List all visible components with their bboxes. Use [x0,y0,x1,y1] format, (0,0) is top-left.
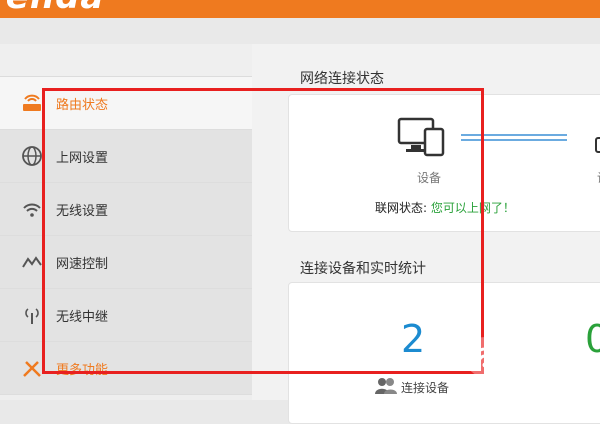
sidebar-item-label: 网速控制 [56,257,109,272]
wireless-relay-icon [25,308,39,324]
sidebar-item-router-status[interactable]: 路由状态 [0,77,252,130]
device-icon [397,117,445,157]
sidebar-item-internet-settings[interactable]: 上网设置 [0,130,252,183]
watermark-logo-icon [465,337,505,377]
wifi-icon [23,203,41,217]
sidebar: 路由状态 上网设置 无线设置 网速控制 无线中继 更多功能 [0,44,252,400]
watermark-url: luyouqi.com [514,366,576,377]
sidebar-item-label: 路由状态 [56,98,109,113]
sidebar-item-label: 无线中继 [56,310,109,325]
network-status-card: 设备 设 联网状态: 您可以上网了！ [288,94,600,232]
globe-icon [22,146,42,166]
sidebar-item-speed-control[interactable]: 网速控制 [0,236,252,289]
site-watermark: 路由器 luyouqi.com [462,334,592,384]
connected-devices-label: 连接设备 [401,381,450,395]
speed-control-icon [22,256,42,268]
stats-title: 连接设备和实时统计 [300,261,426,277]
network-status-title: 网络连接状态 [300,71,384,87]
router-icon [23,94,41,111]
internet-status-label: 联网状态: [375,201,428,215]
sidebar-item-label: 无线设置 [56,204,109,219]
device-label: 设备 [417,171,442,185]
sidebar-item-label: 上网设置 [56,151,109,166]
sub-header-bar [0,18,600,44]
sidebar-item-wireless-settings[interactable]: 无线设置 [0,183,252,236]
tools-icon [23,361,41,377]
top-header: Tenda [0,0,600,18]
connected-device-count[interactable]: 2 [401,317,425,361]
internet-status: 联网状态: 您可以上网了！ [375,199,515,216]
connection-line [461,134,567,141]
users-icon [375,378,397,394]
tenda-logo: Tenda [0,0,104,17]
sidebar-top-strip [0,44,252,77]
partial-router-icon [595,137,600,153]
sidebar-item-wireless-relay[interactable]: 无线中继 [0,289,252,342]
sidebar-item-more-features[interactable]: 更多功能 [0,342,252,395]
sidebar-item-label: 更多功能 [56,363,109,378]
internet-status-value: 您可以上网了！ [430,201,515,215]
